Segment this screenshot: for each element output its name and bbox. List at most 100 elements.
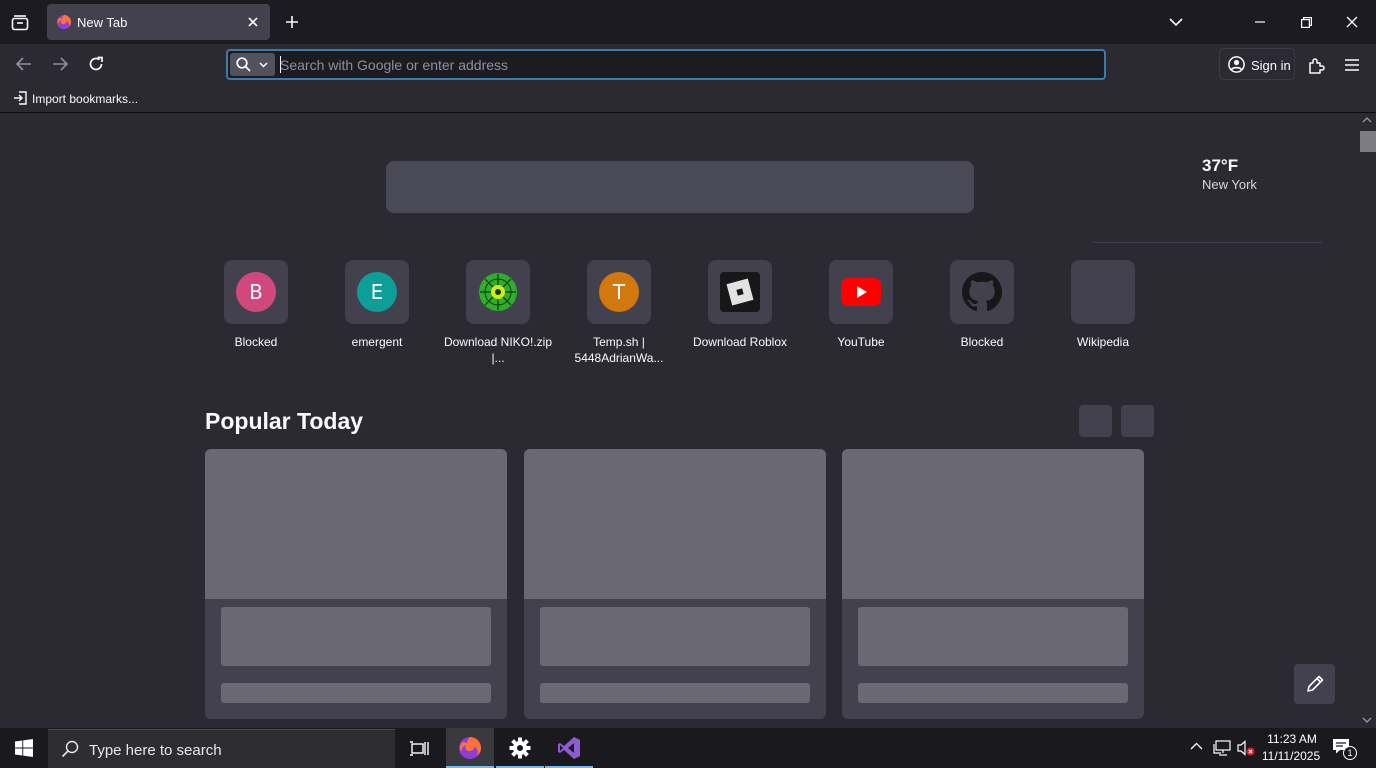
site-label: Temp.sh | 5448AdrianWa...: [574, 335, 664, 365]
forward-button[interactable]: [50, 54, 70, 74]
site-label: Download NIKO!.zip |...: [443, 335, 553, 365]
site-label: YouTube: [837, 335, 885, 349]
reload-button[interactable]: [86, 54, 106, 74]
divider: [1092, 242, 1322, 243]
tab-strip: New Tab: [0, 0, 1376, 44]
start-button[interactable]: [0, 728, 48, 768]
next-button[interactable]: [1121, 405, 1154, 437]
back-button[interactable]: [14, 54, 34, 74]
scroll-up-icon[interactable]: [1362, 117, 1372, 123]
plus-icon: [286, 16, 298, 28]
letter-e-icon: E: [357, 272, 397, 312]
firefox-icon: [459, 737, 481, 759]
show-hidden-icons-icon[interactable]: [1190, 742, 1203, 750]
address-bar[interactable]: [226, 49, 1106, 80]
letter-b-icon: B: [236, 272, 276, 312]
taskbar-search-box[interactable]: Type here to search: [48, 729, 395, 768]
weather-city: New York: [1202, 177, 1257, 192]
site-tile: T: [587, 260, 651, 324]
top-site-wikipedia[interactable]: Wikipedia: [1048, 260, 1158, 380]
story-image-placeholder: [205, 449, 507, 599]
minimize-button[interactable]: [1250, 12, 1270, 32]
search-box-placeholder[interactable]: [386, 161, 974, 213]
back-arrow-icon: [16, 57, 31, 71]
story-card[interactable]: [524, 449, 826, 719]
story-image-placeholder: [524, 449, 826, 599]
new-tab-button[interactable]: [282, 12, 302, 32]
taskbar-firefox[interactable]: [446, 728, 494, 768]
top-site-blocked[interactable]: B Blocked: [201, 260, 311, 380]
minimize-icon: [1255, 21, 1265, 23]
taskbar-settings[interactable]: [496, 728, 544, 768]
search-engine-button[interactable]: [230, 53, 275, 76]
import-bookmarks-button[interactable]: Import bookmarks...: [10, 86, 145, 110]
weather-temperature: 37°F: [1202, 156, 1239, 175]
top-site-temp-sh[interactable]: T Temp.sh | 5448AdrianWa...: [564, 260, 674, 380]
windows-logo-icon: [15, 739, 33, 757]
top-site-emergent[interactable]: E emergent: [322, 260, 432, 380]
letter-t-icon: T: [599, 272, 639, 312]
reload-icon: [89, 56, 103, 71]
scroll-down-icon[interactable]: [1362, 717, 1372, 723]
site-label: Blocked: [960, 335, 1004, 349]
site-tile: B: [224, 260, 288, 324]
top-site-github-blocked[interactable]: Blocked: [927, 260, 1037, 380]
import-bookmarks-label: Import bookmarks...: [32, 92, 139, 106]
list-all-tabs-button[interactable]: [1166, 12, 1186, 32]
search-icon: [61, 740, 79, 758]
restore-button[interactable]: [1296, 12, 1316, 32]
sign-in-button[interactable]: Sign in: [1219, 48, 1295, 80]
hamburger-menu-icon: [1345, 59, 1359, 71]
volume-muted-icon[interactable]: [1237, 740, 1255, 756]
tab-new-tab[interactable]: New Tab: [47, 4, 270, 40]
scrollbar[interactable]: [1358, 114, 1376, 728]
settings-icon: [509, 737, 531, 759]
limewire-icon: [478, 272, 518, 312]
customize-button[interactable]: [1294, 664, 1335, 704]
account-icon: [1228, 56, 1245, 73]
popular-today-heading: Popular Today: [205, 408, 364, 434]
app-menu-button[interactable]: [1341, 54, 1363, 76]
forward-arrow-icon: [53, 57, 68, 71]
story-title-placeholder: [540, 607, 810, 666]
chevron-down-icon: [1169, 18, 1183, 26]
taskbar-visual-studio[interactable]: [545, 728, 593, 768]
windows-taskbar: Type here to search 11:23 AM 11/11/2025 …: [0, 728, 1376, 768]
close-tab-icon[interactable]: [245, 14, 261, 30]
network-icon[interactable]: [1213, 740, 1231, 756]
clock-date: 11/11/2025: [1261, 749, 1321, 763]
task-view-icon: [410, 741, 429, 756]
story-card[interactable]: [205, 449, 507, 719]
puzzle-piece-icon: [1308, 57, 1325, 74]
extensions-button[interactable]: [1305, 54, 1327, 76]
scroll-thumb[interactable]: [1360, 131, 1376, 152]
close-icon: [1346, 16, 1358, 28]
youtube-icon: [841, 278, 881, 306]
site-tile: [708, 260, 772, 324]
close-window-button[interactable]: [1342, 12, 1362, 32]
new-tab-page: 37°F New York B Blocked E emergent Downl…: [0, 114, 1358, 728]
restore-icon: [1300, 16, 1312, 28]
github-icon: [962, 272, 1002, 312]
task-view-button[interactable]: [395, 728, 443, 768]
site-label: Download Roblox: [692, 335, 788, 349]
story-source-placeholder: [221, 683, 491, 703]
site-tile: E: [345, 260, 409, 324]
import-icon: [13, 91, 27, 105]
firefox-view-icon[interactable]: [8, 12, 32, 34]
previous-button[interactable]: [1079, 405, 1112, 437]
story-card[interactable]: [842, 449, 1144, 719]
search-icon: [236, 57, 251, 72]
action-center-button[interactable]: 1: [1331, 737, 1359, 761]
story-image-placeholder: [842, 449, 1144, 599]
top-site-youtube[interactable]: YouTube: [806, 260, 916, 380]
taskbar-search-label: Type here to search: [89, 742, 222, 759]
top-site-roblox[interactable]: Download Roblox: [685, 260, 795, 380]
site-label: Blocked: [234, 335, 278, 349]
top-site-niko-download[interactable]: Download NIKO!.zip |...: [443, 260, 553, 380]
url-input[interactable]: [280, 55, 1080, 75]
story-title-placeholder: [858, 607, 1128, 666]
site-tile: [466, 260, 530, 324]
visual-studio-icon: [558, 737, 580, 759]
notification-count-badge: 1: [1343, 746, 1357, 760]
